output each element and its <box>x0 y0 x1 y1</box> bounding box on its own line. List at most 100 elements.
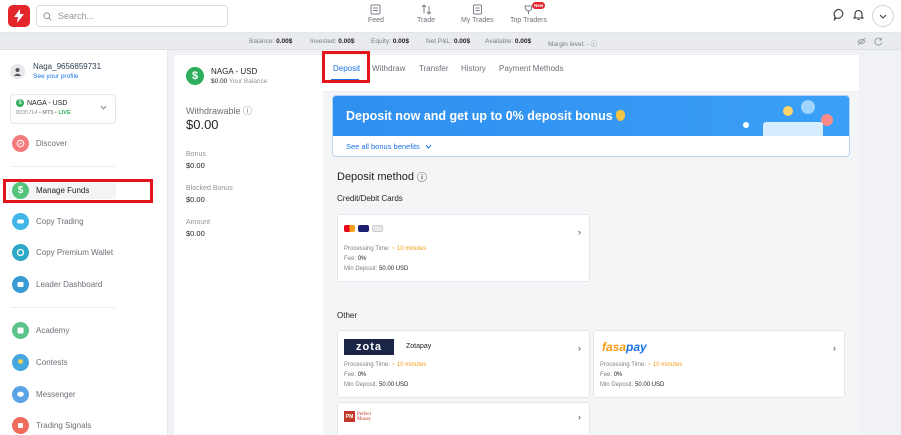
avatar <box>10 63 25 79</box>
highlight-annotation <box>3 179 153 203</box>
withdrawable-label: Withdrawable ⓘ <box>186 106 253 116</box>
platform-decoration-icon <box>763 122 823 136</box>
balance-account-name: NAGA - USD <box>211 67 258 76</box>
payment-card-credit-debit[interactable]: › Processing Time: ~ 10 minutes Fee: 0% … <box>337 214 590 282</box>
account-title: NAGA - USD <box>27 99 68 107</box>
other-heading: Other <box>337 311 358 320</box>
money-bag-icon <box>616 110 626 121</box>
amount-label: Amount <box>186 219 211 226</box>
divider <box>10 166 116 167</box>
withdrawable-value: $0.00 <box>186 117 219 132</box>
balance-header: $ NAGA - USD $0.00 Your Balance <box>186 67 267 85</box>
nav-trade[interactable]: Trade <box>417 4 435 24</box>
tab-withdraw[interactable]: Withdraw <box>372 64 405 73</box>
new-badge: New <box>532 2 546 9</box>
tab-history[interactable]: History <box>461 64 486 73</box>
nav-top-traders[interactable]: New Top Traders <box>510 2 547 24</box>
account-selector[interactable]: $ NAGA - USD 8035714 • MT5 • LIVE <box>10 94 116 124</box>
nav-feed[interactable]: Feed <box>368 4 384 24</box>
user-icon <box>13 67 22 76</box>
chat-icon[interactable] <box>833 8 846 21</box>
chevron-down-icon <box>879 14 887 19</box>
sidebar-item-trading-signals[interactable]: Trading Signals <box>12 417 91 434</box>
sidebar-item-discover[interactable]: Discover <box>12 135 67 152</box>
coin-decoration-icon <box>783 106 793 116</box>
sidebar-item-messenger[interactable]: Messenger <box>12 386 76 403</box>
deposit-method-heading: Deposit method ⓘ <box>337 170 428 185</box>
blocked-bonus-value: $0.00 <box>186 195 205 204</box>
account-details: 8035714 • MT5 • LIVE <box>16 110 71 116</box>
account-stats-bar: Balance: 0.00$ Invested: 0.00$ Equity: 0… <box>0 33 901 50</box>
bell-icon[interactable] <box>852 8 865 21</box>
payment-card-perfect-money[interactable]: PM Perfect Money › <box>337 402 590 435</box>
see-bonus-benefits-link[interactable]: See all bonus benefits <box>346 142 432 151</box>
perfect-money-logo: PM Perfect Money <box>344 411 372 422</box>
payment-card-fasapay[interactable]: fasapay › Processing Time: ~ 10 minutes … <box>593 330 845 398</box>
top-bar: Feed Trade My Trades New Top Traders <box>0 0 901 33</box>
nav-trade-label: Trade <box>417 17 436 24</box>
dashboard-icon <box>12 276 29 293</box>
fee: Fee: 0% <box>600 372 623 378</box>
bonus-banner[interactable]: Deposit now and get up to 0% deposit bon… <box>332 95 850 157</box>
payment-card-zotapay[interactable]: zota Zotapay › Processing Time: ~ 10 min… <box>337 330 590 398</box>
copy-trading-icon <box>12 213 29 230</box>
nav-top-traders-label: Top Traders <box>510 17 547 24</box>
main-panel: Deposit Withdraw Transfer History Paymen… <box>322 51 859 435</box>
fee: Fee: 0% <box>344 256 367 262</box>
sidebar-item-contests[interactable]: Contests <box>12 354 68 371</box>
min-deposit: Min Deposit: 50.00 USD <box>344 382 409 388</box>
deposit-content: Deposit now and get up to 0% deposit bon… <box>323 92 859 435</box>
profile-menu-button[interactable] <box>872 5 894 27</box>
info-icon: ⓘ <box>243 106 253 116</box>
amount-value: $0.00 <box>186 229 205 238</box>
signals-icon <box>12 417 29 434</box>
chevron-right-icon: › <box>833 343 836 353</box>
my-trades-icon <box>472 4 482 15</box>
sidebar-item-leader-dashboard[interactable]: Leader Dashboard <box>12 276 102 293</box>
sidebar: Naga_9656859731 See your profile $ NAGA … <box>0 50 168 435</box>
discover-icon <box>12 135 29 152</box>
chevron-down-icon <box>100 105 107 110</box>
chevron-right-icon: › <box>578 412 581 422</box>
card-brands-icon <box>344 225 383 232</box>
balance-panel: $ NAGA - USD $0.00 Your Balance Withdraw… <box>174 55 322 435</box>
feed-icon <box>370 4 381 15</box>
naga-logo-icon[interactable] <box>8 5 30 27</box>
stat-balance: Balance: 0.00$ <box>249 38 293 45</box>
processing-time: Processing Time: ~ 10 minutes <box>600 362 683 368</box>
stat-equity: Equity: 0.00$ <box>371 38 409 45</box>
dollar-coin-icon: $ <box>16 99 24 107</box>
divider <box>10 307 116 308</box>
nav-feed-label: Feed <box>368 17 384 24</box>
stat-net-pnl: Net P&L: 0.00$ <box>426 38 471 45</box>
sidebar-item-academy[interactable]: Academy <box>12 322 69 339</box>
search-box[interactable] <box>36 5 228 27</box>
user-profile[interactable]: Naga_9656859731 See your profile <box>10 62 101 80</box>
see-profile-link[interactable]: See your profile <box>33 73 101 80</box>
search-input[interactable] <box>58 11 208 21</box>
highlight-annotation <box>322 51 370 83</box>
user-name: Naga_9656859731 <box>33 62 102 71</box>
stat-invested: Invested: 0.00$ <box>310 38 355 45</box>
fee: Fee: 0% <box>344 372 367 378</box>
fasapay-logo: fasapay <box>602 340 647 354</box>
sidebar-item-copy-trading[interactable]: Copy Trading <box>12 213 84 230</box>
zotapay-logo: zota <box>344 339 394 355</box>
bonus-label: Bonus <box>186 151 206 158</box>
blocked-bonus-label: Blocked Bonus <box>186 185 233 192</box>
banner-background: Deposit now and get up to 0% deposit bon… <box>333 96 849 136</box>
processing-time: Processing Time: ~ 10 minutes <box>344 362 427 368</box>
wallet-icon <box>12 244 29 261</box>
balance-amount: $0.00 Your Balance <box>211 78 268 85</box>
sidebar-item-copy-premium-wallet[interactable]: Copy Premium Wallet <box>12 244 113 261</box>
nav-my-trades[interactable]: My Trades <box>461 4 494 24</box>
sidebar-item-label: Academy <box>36 326 70 335</box>
min-deposit: Min Deposit: 50.00 USD <box>600 382 665 388</box>
bonus-value: $0.00 <box>186 161 205 170</box>
tab-payment-methods[interactable]: Payment Methods <box>499 64 563 73</box>
hide-values-icon[interactable] <box>857 37 866 46</box>
tab-transfer[interactable]: Transfer <box>419 64 449 73</box>
sidebar-item-label: Contests <box>36 358 68 367</box>
refresh-icon[interactable] <box>874 37 883 46</box>
zotapay-name: Zotapay <box>406 343 432 350</box>
